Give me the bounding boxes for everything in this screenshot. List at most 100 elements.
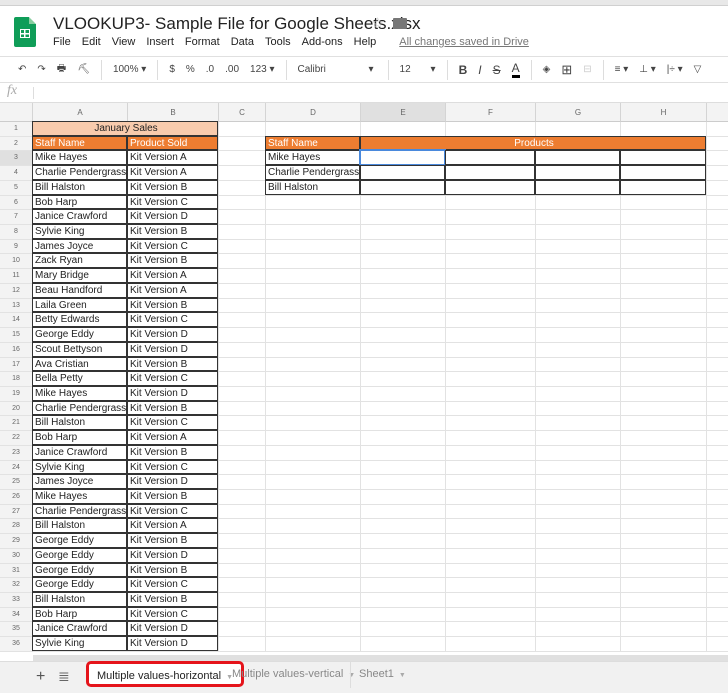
cell[interactable] <box>621 534 707 549</box>
row-header[interactable]: 26 <box>0 490 33 505</box>
cell[interactable] <box>266 357 361 373</box>
staff-name-cell[interactable]: Zack Ryan <box>32 253 127 269</box>
row-header[interactable]: 8 <box>0 225 33 240</box>
cell[interactable] <box>219 519 266 535</box>
cell[interactable] <box>219 269 266 284</box>
product-cell[interactable]: Kit Version A <box>127 282 218 298</box>
cell[interactable] <box>361 386 446 402</box>
cell[interactable] <box>361 313 446 329</box>
cell[interactable] <box>536 445 621 461</box>
cell[interactable] <box>446 283 536 299</box>
cell[interactable] <box>536 416 621 432</box>
cell[interactable] <box>621 519 707 535</box>
cell[interactable] <box>707 240 728 255</box>
cell[interactable] <box>707 151 728 167</box>
row-header[interactable]: 23 <box>0 445 33 461</box>
increase-decimal-button[interactable]: .00 <box>225 64 239 75</box>
cell[interactable] <box>536 401 621 417</box>
row-header[interactable]: 31 <box>0 563 33 579</box>
row-header[interactable]: 28 <box>0 519 33 535</box>
cell[interactable] <box>707 578 728 594</box>
staff-name-cell[interactable]: George Eddy <box>32 533 127 548</box>
sheet-tab-multiple-values-vertical[interactable]: Multiple values-vertical ▼ <box>224 662 363 688</box>
lookup-product-cell[interactable] <box>620 150 706 166</box>
cell[interactable] <box>536 607 621 623</box>
cell[interactable] <box>536 519 621 535</box>
row-header[interactable]: 21 <box>0 416 33 432</box>
product-cell[interactable]: Kit Version D <box>127 474 218 489</box>
staff-name-cell[interactable]: Bill Halston <box>32 592 127 607</box>
staff-name-cell[interactable]: James Joyce <box>32 474 127 489</box>
product-cell[interactable]: Kit Version C <box>127 194 218 210</box>
cell[interactable] <box>266 622 361 638</box>
cell[interactable] <box>536 386 621 402</box>
cell[interactable] <box>536 269 621 284</box>
row-header[interactable]: 24 <box>0 460 33 476</box>
cell[interactable] <box>446 210 536 226</box>
column-header-g[interactable]: G <box>536 103 621 122</box>
product-cell[interactable]: Kit Version C <box>127 312 218 328</box>
cell[interactable] <box>446 239 536 255</box>
percent-button[interactable]: % <box>186 64 195 75</box>
staff-name-cell[interactable]: Charlie Pendergrass <box>32 503 127 519</box>
cell[interactable] <box>536 328 621 343</box>
cell[interactable] <box>621 269 707 284</box>
lookup-product-cell[interactable] <box>445 150 535 166</box>
cell[interactable] <box>707 461 728 476</box>
lookup-product-cell[interactable] <box>445 165 535 180</box>
cell[interactable] <box>621 195 707 211</box>
row-header[interactable]: 27 <box>0 504 33 520</box>
cell[interactable] <box>621 416 707 432</box>
column-header-b[interactable]: B <box>128 103 219 122</box>
lookup-product-cell[interactable] <box>535 150 620 166</box>
staff-name-cell[interactable]: Bob Harp <box>32 194 127 210</box>
chevron-down-icon[interactable]: ▾ <box>369 64 374 75</box>
menu-addons[interactable]: Add-ons <box>302 36 343 48</box>
cell[interactable] <box>266 122 361 137</box>
product-cell[interactable]: Kit Version A <box>127 268 218 283</box>
cell[interactable] <box>621 254 707 270</box>
cell[interactable] <box>446 313 536 329</box>
cell[interactable] <box>621 475 707 490</box>
product-cell[interactable]: Kit Version C <box>127 415 218 431</box>
cell[interactable] <box>361 298 446 314</box>
cell[interactable] <box>361 548 446 564</box>
cell[interactable] <box>266 298 361 314</box>
product-cell[interactable]: Kit Version C <box>127 606 218 622</box>
row-header[interactable]: 10 <box>0 254 33 270</box>
decrease-decimal-button[interactable]: .0 <box>206 64 214 75</box>
cell[interactable] <box>621 328 707 343</box>
all-sheets-icon[interactable]: ≣ <box>58 668 70 685</box>
cell[interactable] <box>621 490 707 505</box>
cell[interactable] <box>266 475 361 490</box>
cell[interactable] <box>707 446 728 461</box>
menu-edit[interactable]: Edit <box>82 36 101 48</box>
row-header[interactable]: 17 <box>0 357 33 373</box>
cell[interactable] <box>621 313 707 329</box>
product-cell[interactable]: Kit Version C <box>127 459 218 475</box>
cell[interactable] <box>707 299 728 314</box>
staff-name-cell[interactable]: Sylvie King <box>32 459 127 475</box>
product-cell[interactable]: Kit Version B <box>127 356 218 372</box>
cell[interactable] <box>361 593 446 608</box>
cell[interactable] <box>621 593 707 608</box>
sheets-logo-icon[interactable] <box>14 17 36 47</box>
row-header[interactable]: 30 <box>0 548 33 564</box>
cell[interactable] <box>707 343 728 358</box>
lookup-product-cell[interactable] <box>535 165 620 180</box>
cell[interactable] <box>536 622 621 638</box>
cell[interactable] <box>536 563 621 579</box>
cell[interactable] <box>446 504 536 520</box>
lookup-product-cell[interactable] <box>620 179 706 195</box>
staff-name-cell[interactable]: George Eddy <box>32 327 127 342</box>
cell[interactable] <box>707 196 728 211</box>
menu-help[interactable]: Help <box>354 36 377 48</box>
cell[interactable] <box>361 504 446 520</box>
cell[interactable] <box>219 622 266 638</box>
lookup-product-cell[interactable] <box>535 179 620 195</box>
product-cell[interactable]: Kit Version A <box>127 150 218 166</box>
staff-name-cell[interactable]: Janice Crawford <box>32 444 127 460</box>
undo-icon[interactable]: ↶ <box>18 64 26 75</box>
cell[interactable] <box>266 239 361 255</box>
cell[interactable] <box>219 328 266 343</box>
